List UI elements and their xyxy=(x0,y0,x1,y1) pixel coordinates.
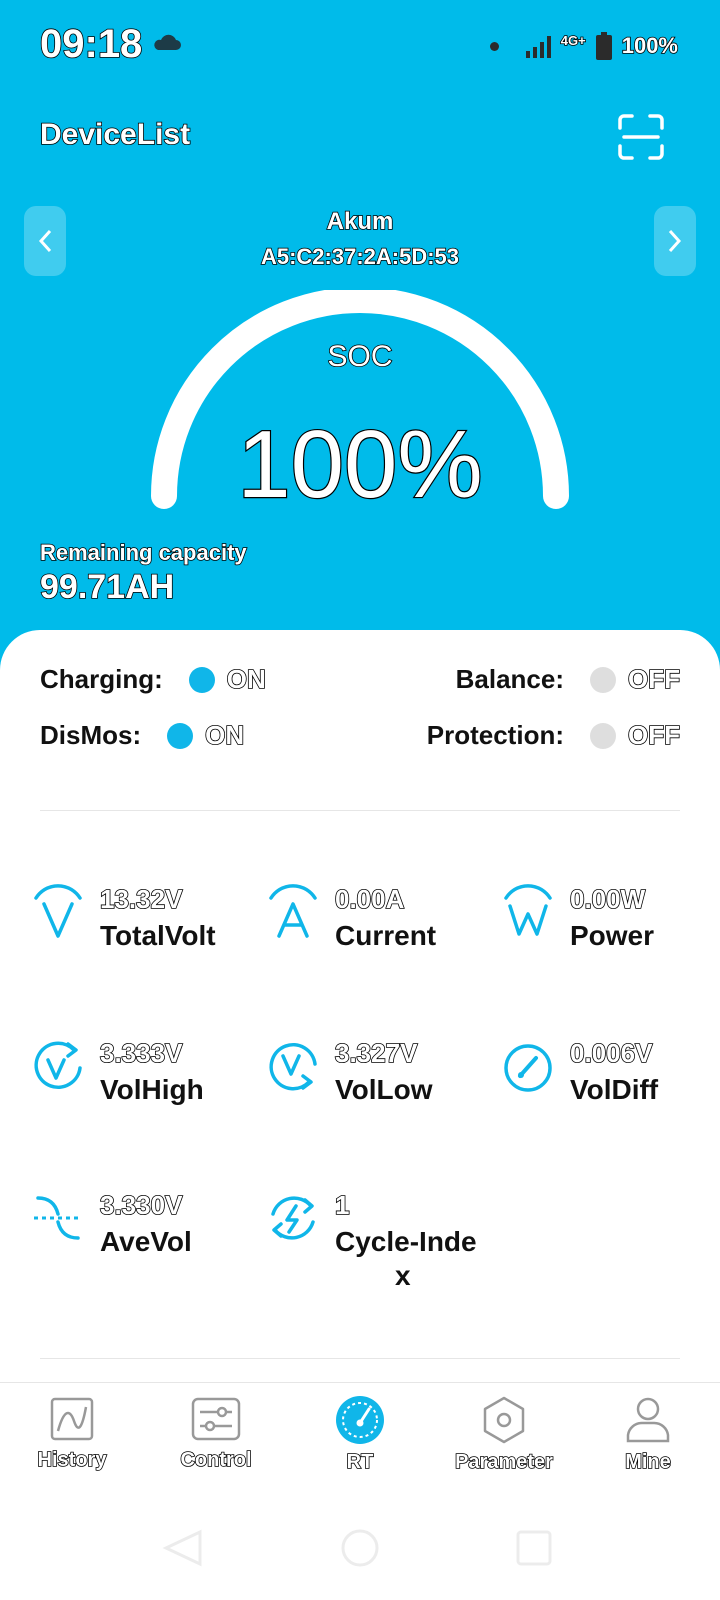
scan-button[interactable] xyxy=(618,114,664,160)
power-icon xyxy=(504,884,552,936)
metric-label: TotalVolt xyxy=(100,920,216,951)
metric-label: VolLow xyxy=(335,1074,433,1105)
state-row-2: DisMos: ON Protection: OFF xyxy=(40,719,681,751)
tab-control[interactable]: Control xyxy=(146,1395,286,1472)
metric-label-wrap: x xyxy=(395,1260,411,1291)
device-name: Akum xyxy=(326,207,394,236)
tab-label: Control xyxy=(180,1448,253,1472)
user-icon xyxy=(626,1397,670,1443)
metric-vol-low: 3.327V VolLow xyxy=(265,1037,485,1138)
tab-history[interactable]: History xyxy=(2,1395,142,1472)
dismos-indicator-icon xyxy=(167,722,194,749)
divider xyxy=(40,810,680,811)
tab-label: RT xyxy=(346,1450,374,1474)
gauge-icon xyxy=(504,1044,552,1092)
balance-label: Balance: xyxy=(455,664,564,694)
bottom-tab-bar: History Control RT Parameter Mine xyxy=(0,1382,720,1483)
balance-value: OFF xyxy=(627,663,681,695)
network-type: 4G+ xyxy=(560,32,587,49)
charging-value: ON xyxy=(226,663,267,695)
charging-label: Charging: xyxy=(40,664,163,694)
metric-power: 0.00W Power xyxy=(500,883,720,984)
control-icon xyxy=(191,1397,241,1441)
page-title[interactable]: DeviceList xyxy=(39,117,191,152)
protection-label: Protection: xyxy=(426,720,564,750)
soc-value: 100% xyxy=(236,410,484,519)
vollow-icon xyxy=(269,1043,317,1091)
metric-value: 3.327V xyxy=(334,1037,418,1069)
metric-value: 0.00W xyxy=(569,883,646,915)
metric-label: VolHigh xyxy=(100,1074,204,1105)
divider xyxy=(40,1358,680,1359)
back-nav-icon[interactable] xyxy=(160,1528,204,1568)
state-row-1: Charging: ON Balance: OFF xyxy=(40,663,681,695)
volhigh-icon xyxy=(34,1041,82,1089)
dismos-value: ON xyxy=(204,719,245,751)
metric-label: Power xyxy=(570,920,655,951)
tab-parameter[interactable]: Parameter xyxy=(434,1395,574,1474)
recents-nav-icon[interactable] xyxy=(514,1528,554,1568)
tab-label: Mine xyxy=(624,1450,671,1474)
metric-current: 0.00A Current xyxy=(265,883,485,984)
history-icon xyxy=(50,1397,94,1441)
balance-state: Balance: OFF xyxy=(455,663,681,695)
dismos-state: DisMos: ON xyxy=(40,719,245,751)
charging-state: Charging: ON xyxy=(40,663,267,695)
signal-icon xyxy=(525,36,551,58)
remaining-capacity-value: 99.71AH xyxy=(39,567,175,607)
metric-ave-vol: 3.330V AveVol xyxy=(30,1189,250,1290)
metric-vol-high: 3.333V VolHigh xyxy=(30,1037,250,1138)
dismos-label: DisMos: xyxy=(40,720,142,750)
battery-percent: 100% xyxy=(621,32,679,59)
metric-value: 13.32V xyxy=(99,883,183,915)
metric-vol-diff: 0.006V VolDiff xyxy=(500,1037,720,1138)
charging-indicator-icon xyxy=(188,666,215,693)
metric-cycle-index: 1 Cycle-Inde x xyxy=(265,1189,495,1300)
cloud-icon xyxy=(152,34,182,57)
metric-value: 0.006V xyxy=(569,1037,653,1069)
tab-mine[interactable]: Mine xyxy=(578,1395,718,1474)
metric-label: Current xyxy=(335,920,437,951)
rt-icon xyxy=(336,1396,384,1444)
tab-label: Parameter xyxy=(454,1450,553,1474)
balance-indicator-icon xyxy=(590,666,616,693)
metric-label: AveVol xyxy=(100,1226,192,1257)
tab-rt[interactable]: RT xyxy=(290,1395,430,1474)
home-nav-icon[interactable] xyxy=(340,1528,380,1568)
protection-indicator-icon xyxy=(590,722,616,749)
protection-value: OFF xyxy=(627,719,681,751)
current-icon xyxy=(269,884,317,938)
battery-icon xyxy=(595,32,612,60)
scan-icon xyxy=(618,114,664,160)
parameter-icon xyxy=(483,1396,525,1444)
tab-label: History xyxy=(37,1448,108,1472)
protection-state: Protection: OFF xyxy=(426,719,681,751)
status-indicators: 4G+ 100% xyxy=(489,32,679,60)
metric-value: 0.00A xyxy=(334,883,405,915)
average-icon xyxy=(34,1196,82,1240)
remaining-capacity-label: Remaining capacity xyxy=(39,539,247,566)
soc-label: SOC xyxy=(327,339,394,374)
metric-value: 3.333V xyxy=(99,1037,183,1069)
metric-label: VolDiff xyxy=(570,1074,659,1105)
metric-value: 3.330V xyxy=(99,1189,183,1221)
metric-value: 1 xyxy=(334,1189,350,1221)
status-time: 09:18 xyxy=(39,21,143,67)
device-mac: A5:C2:37:2A:5D:53 xyxy=(260,243,460,270)
metric-total-volt: 13.32V TotalVolt xyxy=(30,883,250,984)
voltage-icon xyxy=(34,884,82,938)
metric-label: Cycle-Inde xyxy=(335,1226,477,1257)
cycle-icon xyxy=(271,1196,315,1240)
notification-dot-icon xyxy=(489,41,499,51)
